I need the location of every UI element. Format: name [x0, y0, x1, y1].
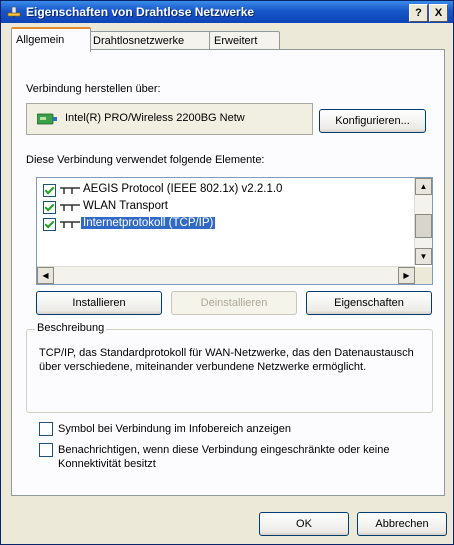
cancel-button[interactable]: Abbrechen [357, 512, 447, 536]
network-connection-icon [7, 6, 21, 18]
tab-drahtlosnetzwerke[interactable]: Drahtlosnetzwerke [88, 31, 214, 50]
scroll-thumb[interactable] [415, 214, 432, 238]
description-title: Beschreibung [35, 322, 107, 334]
protocol-icon [60, 221, 80, 228]
scroll-down-icon[interactable]: ▼ [415, 248, 432, 265]
configure-button[interactable]: Konfigurieren... [319, 109, 426, 133]
item-checkbox[interactable] [43, 218, 56, 231]
show-icon-label[interactable]: Symbol bei Verbindung im Infobereich anz… [58, 422, 291, 436]
wireless-card-icon [37, 113, 57, 125]
scroll-left-icon[interactable]: ◀ [37, 267, 54, 284]
notify-label[interactable]: Benachrichtigen, wenn diese Verbindung e… [58, 443, 443, 471]
properties-button[interactable]: Eigenschaften [306, 291, 432, 315]
tab-erweitert[interactable]: Erweitert [209, 31, 280, 50]
notify-checkbox[interactable] [39, 443, 53, 457]
components-label: Diese Verbindung verwendet folgende Elem… [26, 154, 265, 166]
show-icon-checkbox[interactable] [39, 422, 53, 436]
connect-via-label: Verbindung herstellen über: [26, 83, 161, 95]
uninstall-button[interactable]: Deinstallieren [171, 291, 297, 315]
horizontal-scrollbar[interactable]: ◀ ▶ [37, 266, 415, 284]
scroll-up-icon[interactable]: ▲ [415, 178, 432, 195]
window-title: Eigenschaften von Drahtlose Netzwerke [26, 5, 255, 19]
vertical-scrollbar[interactable]: ▲ ▼ [414, 178, 432, 265]
list-item[interactable]: WLAN Transport [43, 199, 413, 215]
ok-button[interactable]: OK [259, 512, 349, 536]
scrollbar-corner [415, 267, 432, 284]
item-label: AEGIS Protocol (IEEE 802.1x) v2.2.1.0 [83, 183, 283, 195]
list-item-selected[interactable]: Internetprotokoll (TCP/IP) [43, 216, 413, 232]
install-button[interactable]: Installieren [36, 291, 162, 315]
item-checkbox[interactable] [43, 201, 56, 214]
properties-dialog: Eigenschaften von Drahtlose Netzwerke ? … [0, 0, 454, 545]
scroll-right-icon[interactable]: ▶ [398, 267, 415, 284]
title-bar[interactable]: Eigenschaften von Drahtlose Netzwerke ? … [1, 1, 453, 23]
tab-allgemein[interactable]: Allgemein [11, 27, 91, 52]
description-group: Beschreibung TCP/IP, das Standardprotoko… [26, 322, 433, 413]
item-label: WLAN Transport [83, 200, 168, 212]
components-list[interactable]: AEGIS Protocol (IEEE 802.1x) v2.2.1.0 WL… [36, 177, 433, 285]
close-button[interactable]: X [429, 4, 448, 22]
help-button[interactable]: ? [409, 4, 428, 22]
item-label: Internetprotokoll (TCP/IP) [81, 217, 216, 229]
protocol-icon [60, 204, 80, 211]
description-text: TCP/IP, das Standardprotokoll für WAN-Ne… [39, 347, 414, 373]
item-checkbox[interactable] [43, 184, 56, 197]
adapter-name: Intel(R) PRO/Wireless 2200BG Netw [65, 112, 245, 124]
adapter-field: Intel(R) PRO/Wireless 2200BG Netw [26, 103, 313, 135]
list-item[interactable]: AEGIS Protocol (IEEE 802.1x) v2.2.1.0 [43, 182, 413, 198]
protocol-icon [60, 187, 80, 194]
